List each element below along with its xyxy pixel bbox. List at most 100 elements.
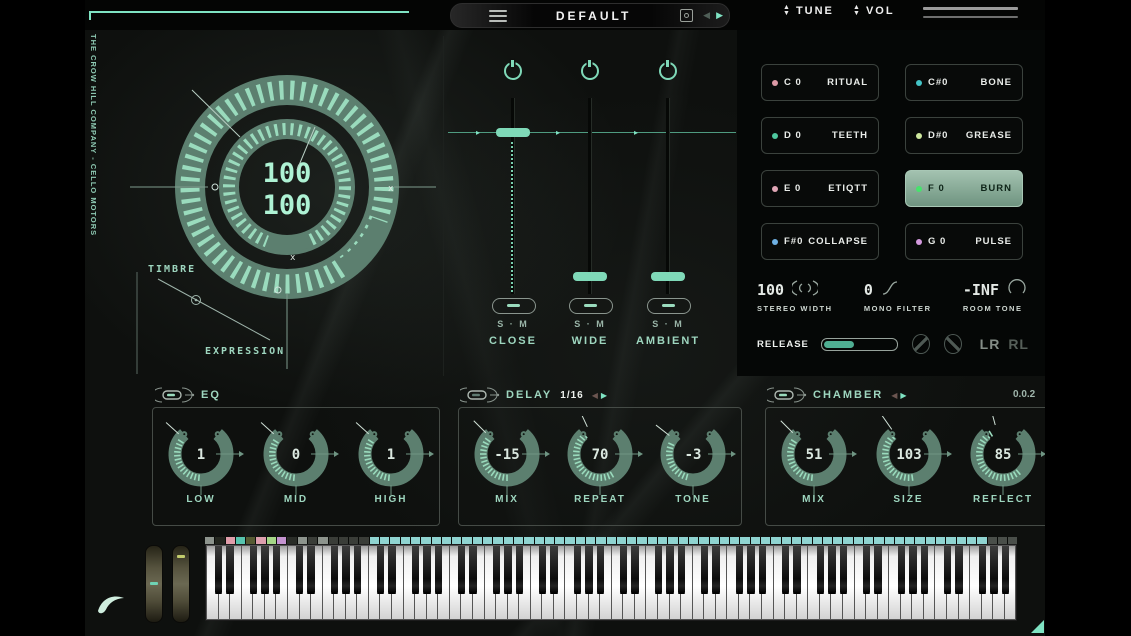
timbre-expression-dial[interactable]: 100 100 x x TIMBRE EXPRESSION <box>130 32 440 380</box>
delay-next-icon[interactable]: ▶ <box>601 391 607 400</box>
black-key[interactable] <box>990 546 998 593</box>
black-key[interactable] <box>781 546 790 593</box>
black-key[interactable] <box>434 546 443 593</box>
knob-low[interactable]: 1 LOW <box>155 416 247 505</box>
black-key[interactable] <box>261 546 269 593</box>
knob-size[interactable]: 103 SIZE <box>863 416 955 505</box>
black-key[interactable] <box>515 546 524 593</box>
param-value[interactable]: 100 <box>757 281 784 299</box>
black-key[interactable] <box>596 546 605 593</box>
black-key[interactable] <box>654 546 662 593</box>
black-key[interactable] <box>666 546 674 593</box>
articulation-burn[interactable]: F 0 BURN <box>905 170 1023 207</box>
knob-mix[interactable]: 51 MIX <box>768 416 860 505</box>
phase-invert-icon[interactable] <box>943 334 962 354</box>
power-icon[interactable] <box>504 60 522 80</box>
black-key[interactable] <box>411 546 419 593</box>
tune-spinner[interactable]: ▲ ▼ <box>783 4 790 17</box>
black-key[interactable] <box>839 546 848 593</box>
eq-power-toggle[interactable] <box>155 387 195 403</box>
black-key[interactable] <box>538 546 547 593</box>
param-value[interactable]: -INF <box>963 281 999 299</box>
signal-bypass-icon[interactable] <box>912 334 930 354</box>
knob-high[interactable]: 1 HIGH <box>345 416 437 505</box>
black-key[interactable] <box>226 546 234 593</box>
black-key[interactable] <box>214 546 223 593</box>
articulation-teeth[interactable]: D 0 TEETH <box>761 117 879 154</box>
chamber-prev-icon[interactable]: ◀ <box>891 391 897 400</box>
fader-handle[interactable] <box>573 272 607 281</box>
save-icon[interactable] <box>680 9 694 22</box>
black-key[interactable] <box>747 546 755 593</box>
solo-mute-toggle[interactable] <box>647 298 691 314</box>
solo-mute-toggle[interactable] <box>569 298 613 314</box>
mod-wheel[interactable] <box>172 545 190 623</box>
black-key[interactable] <box>249 546 257 593</box>
preset-next-icon[interactable]: ▶ <box>716 10 723 21</box>
black-key[interactable] <box>793 546 801 593</box>
black-key[interactable] <box>758 546 767 593</box>
black-key[interactable] <box>920 546 929 593</box>
knob-mix[interactable]: -15 MIX <box>461 416 553 505</box>
black-key[interactable] <box>909 546 917 593</box>
articulation-etiqtt[interactable]: E 0 ETIQTT <box>761 170 879 207</box>
black-key[interactable] <box>295 546 304 593</box>
knob-reflect[interactable]: 85 REFLECT <box>957 416 1045 505</box>
black-key[interactable] <box>492 546 500 593</box>
rl-button[interactable]: RL <box>1008 336 1029 352</box>
black-key[interactable] <box>388 546 396 593</box>
power-icon[interactable] <box>581 60 599 80</box>
black-key[interactable] <box>272 546 281 593</box>
black-key[interactable] <box>550 546 558 593</box>
preset-prev-icon[interactable]: ◀ <box>703 10 710 21</box>
black-key[interactable] <box>353 546 362 593</box>
black-key[interactable] <box>978 546 986 593</box>
knob-mid[interactable]: 0 MID <box>250 416 342 505</box>
articulation-grease[interactable]: D#0 GREASE <box>905 117 1023 154</box>
articulation-ritual[interactable]: C 0 RITUAL <box>761 64 879 101</box>
power-icon[interactable] <box>659 60 677 80</box>
black-key[interactable] <box>631 546 639 593</box>
black-key[interactable] <box>874 546 882 593</box>
articulation-collapse[interactable]: F#0 COLLAPSE <box>761 223 879 260</box>
release-slider[interactable] <box>820 337 899 351</box>
black-key[interactable] <box>469 546 477 593</box>
pitch-wheel[interactable] <box>145 545 163 623</box>
knob-repeat[interactable]: 70 REPEAT <box>554 416 646 505</box>
black-key[interactable] <box>735 546 743 593</box>
fader-handle[interactable] <box>496 128 530 137</box>
preset-name[interactable]: DEFAULT <box>507 9 680 23</box>
black-key[interactable] <box>585 546 593 593</box>
black-key[interactable] <box>342 546 350 593</box>
knob-tone[interactable]: -3 TONE <box>647 416 739 505</box>
black-key[interactable] <box>504 546 512 593</box>
black-key[interactable] <box>712 546 720 593</box>
black-key[interactable] <box>376 546 385 593</box>
black-key[interactable] <box>897 546 905 593</box>
fader-handle[interactable] <box>651 272 685 281</box>
black-key[interactable] <box>423 546 431 593</box>
menu-icon[interactable] <box>489 9 507 22</box>
black-key[interactable] <box>573 546 581 593</box>
lr-button[interactable]: LR <box>980 336 1001 352</box>
black-key[interactable] <box>677 546 686 593</box>
black-key[interactable] <box>955 546 963 593</box>
black-key[interactable] <box>457 546 466 593</box>
black-key[interactable] <box>330 546 338 593</box>
param-value[interactable]: 0 <box>864 281 873 299</box>
black-key[interactable] <box>828 546 836 593</box>
black-key[interactable] <box>862 546 871 593</box>
black-key[interactable] <box>816 546 824 593</box>
solo-mute-toggle[interactable] <box>492 298 536 314</box>
articulation-pulse[interactable]: G 0 PULSE <box>905 223 1023 260</box>
chamber-power-toggle[interactable] <box>767 387 807 403</box>
black-key[interactable] <box>943 546 952 593</box>
black-key[interactable] <box>307 546 315 593</box>
delay-power-toggle[interactable] <box>460 387 500 403</box>
delay-prev-icon[interactable]: ◀ <box>592 391 598 400</box>
black-key[interactable] <box>1001 546 1010 593</box>
delay-division[interactable]: 1/16 <box>560 390 583 401</box>
articulation-bone[interactable]: C#0 BONE <box>905 64 1023 101</box>
chamber-next-icon[interactable]: ▶ <box>900 391 906 400</box>
resize-grip[interactable] <box>1031 620 1044 633</box>
